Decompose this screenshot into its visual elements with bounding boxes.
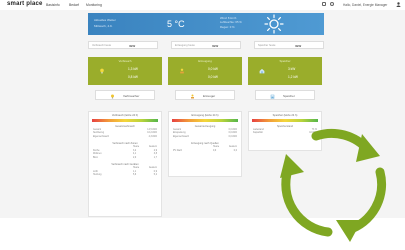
weather-humidity: Luftfeuchte: 65 % xyxy=(220,20,242,25)
panel-title: Verbrauch (letzte 24 h) xyxy=(111,114,139,117)
rating-gauge xyxy=(92,118,158,122)
rating-gauge xyxy=(172,118,238,122)
tile-value-current: 0,0 kW xyxy=(208,67,218,71)
app-logo: smart place xyxy=(7,1,43,7)
weather-temperature: 5 °C xyxy=(167,19,185,29)
solar-icon xyxy=(191,94,194,98)
weather-details: Wind: 8 km/h Luftfeuchte: 65 % Regen: 0 … xyxy=(220,16,242,29)
summary-label: Speicher heute xyxy=(258,44,276,48)
tile-value-current: 1,3 kW xyxy=(128,67,138,71)
table-row: Eigenverbrauch 4,3 kWh xyxy=(93,135,157,138)
weather-date: Mittwoch, 4.9. xyxy=(94,24,113,28)
summary-label: Verbrauch heute xyxy=(92,44,112,48)
table-row: PV Dach 0,0 0,0 xyxy=(173,149,237,152)
panel-title: Speicher (letzte 24 h) xyxy=(272,114,298,117)
summary-consumption: Verbrauch heute 3kW xyxy=(88,41,158,49)
consumers-button[interactable]: Verbraucher xyxy=(95,90,155,100)
section-heading: Gesamtverbrauch xyxy=(115,124,135,128)
section-heading: Verbrauch nach Zonen xyxy=(112,142,138,145)
section-heading: Verbrauch nach Geräten xyxy=(111,163,139,166)
summary-generation: Erzeugung heute 0kW xyxy=(171,41,241,49)
summary-value: 0kW xyxy=(212,44,219,48)
generation-tile[interactable]: Erzeugung 0,0 kW 0,0 kW xyxy=(168,57,242,85)
tile-value-average: 1,2 kW xyxy=(288,75,298,79)
consumption-panel: Verbrauch (letzte 24 h) Gesamtverbrauch … xyxy=(88,111,162,217)
table-row: Heizung 5,6 5,2 xyxy=(93,174,157,176)
bell-icon[interactable] xyxy=(330,2,334,6)
weather-heading: Aktuelles Wetter xyxy=(94,18,116,22)
solar-icon xyxy=(180,68,184,74)
mail-icon[interactable] xyxy=(322,2,326,6)
summary-storage: Speicher heute 3kW xyxy=(254,41,324,49)
weather-banner: Aktuelles Wetter Mittwoch, 4.9. 5 °C Win… xyxy=(88,13,324,35)
button-label: Erzeuger xyxy=(203,94,216,99)
summary-label: Erzeugung heute xyxy=(175,44,195,48)
card-consumption: Verbrauch 1,3 kW 0,8 kW xyxy=(88,57,162,85)
user-icon[interactable] xyxy=(396,2,401,7)
card-generation: Erzeugung 0,0 kW 0,0 kW xyxy=(168,57,242,85)
storage-button[interactable]: Speicher xyxy=(255,90,315,100)
tile-title: Verbrauch xyxy=(118,59,132,63)
generation-panel: Erzeugung (letzte 24 h) Gesamterzeugung … xyxy=(168,111,242,177)
consumption-tile[interactable]: Verbrauch 1,3 kW 0,8 kW xyxy=(88,57,162,85)
storage-tile[interactable]: Speicher 3 kW 1,2 kW xyxy=(248,57,322,85)
summary-value: 3kW xyxy=(295,44,302,48)
weather-rain: Regen: 0 % xyxy=(220,24,235,29)
button-label: Verbraucher xyxy=(123,94,140,99)
bulb-icon xyxy=(111,94,114,98)
house-battery-icon xyxy=(259,68,265,74)
nav-item-bedarf[interactable]: Bedarf xyxy=(69,3,79,7)
user-greeting[interactable]: Hallo, Daniel, Energie Manager xyxy=(343,3,387,7)
nav-item-basisinfo[interactable]: Basisinfo xyxy=(46,3,60,7)
summary-value: 3kW xyxy=(129,44,136,48)
sun-icon xyxy=(264,14,284,34)
button-label: Speicher xyxy=(283,94,295,99)
section-heading: Erzeugung nach Quellen xyxy=(191,142,219,145)
table-row: Büro 2,0 1,7 xyxy=(93,156,157,159)
tile-value-average: 0,8 kW xyxy=(128,75,138,79)
panel-title: Erzeugung (letzte 24 h) xyxy=(191,114,219,117)
battery-icon xyxy=(270,94,275,99)
top-bar: smart place Basisinfo Bedarf Monitoring … xyxy=(0,0,405,10)
cycle-arrows-icon xyxy=(280,128,387,242)
table-row: Eigenverbrauch 0,0 kWh xyxy=(173,135,237,138)
card-storage: Speicher 3 kW 1,2 kW xyxy=(248,57,322,85)
tile-value-average: 0,0 kW xyxy=(208,75,218,79)
tile-value-current: 3 kW xyxy=(288,67,296,71)
tile-title: Speicher xyxy=(279,59,291,63)
nav-item-monitoring[interactable]: Monitoring xyxy=(86,3,102,7)
section-heading: Gesamterzeugung xyxy=(194,124,216,128)
tile-title: Erzeugung xyxy=(198,59,212,63)
producers-button[interactable]: Erzeuger xyxy=(175,90,235,100)
bulb-icon xyxy=(100,68,104,74)
